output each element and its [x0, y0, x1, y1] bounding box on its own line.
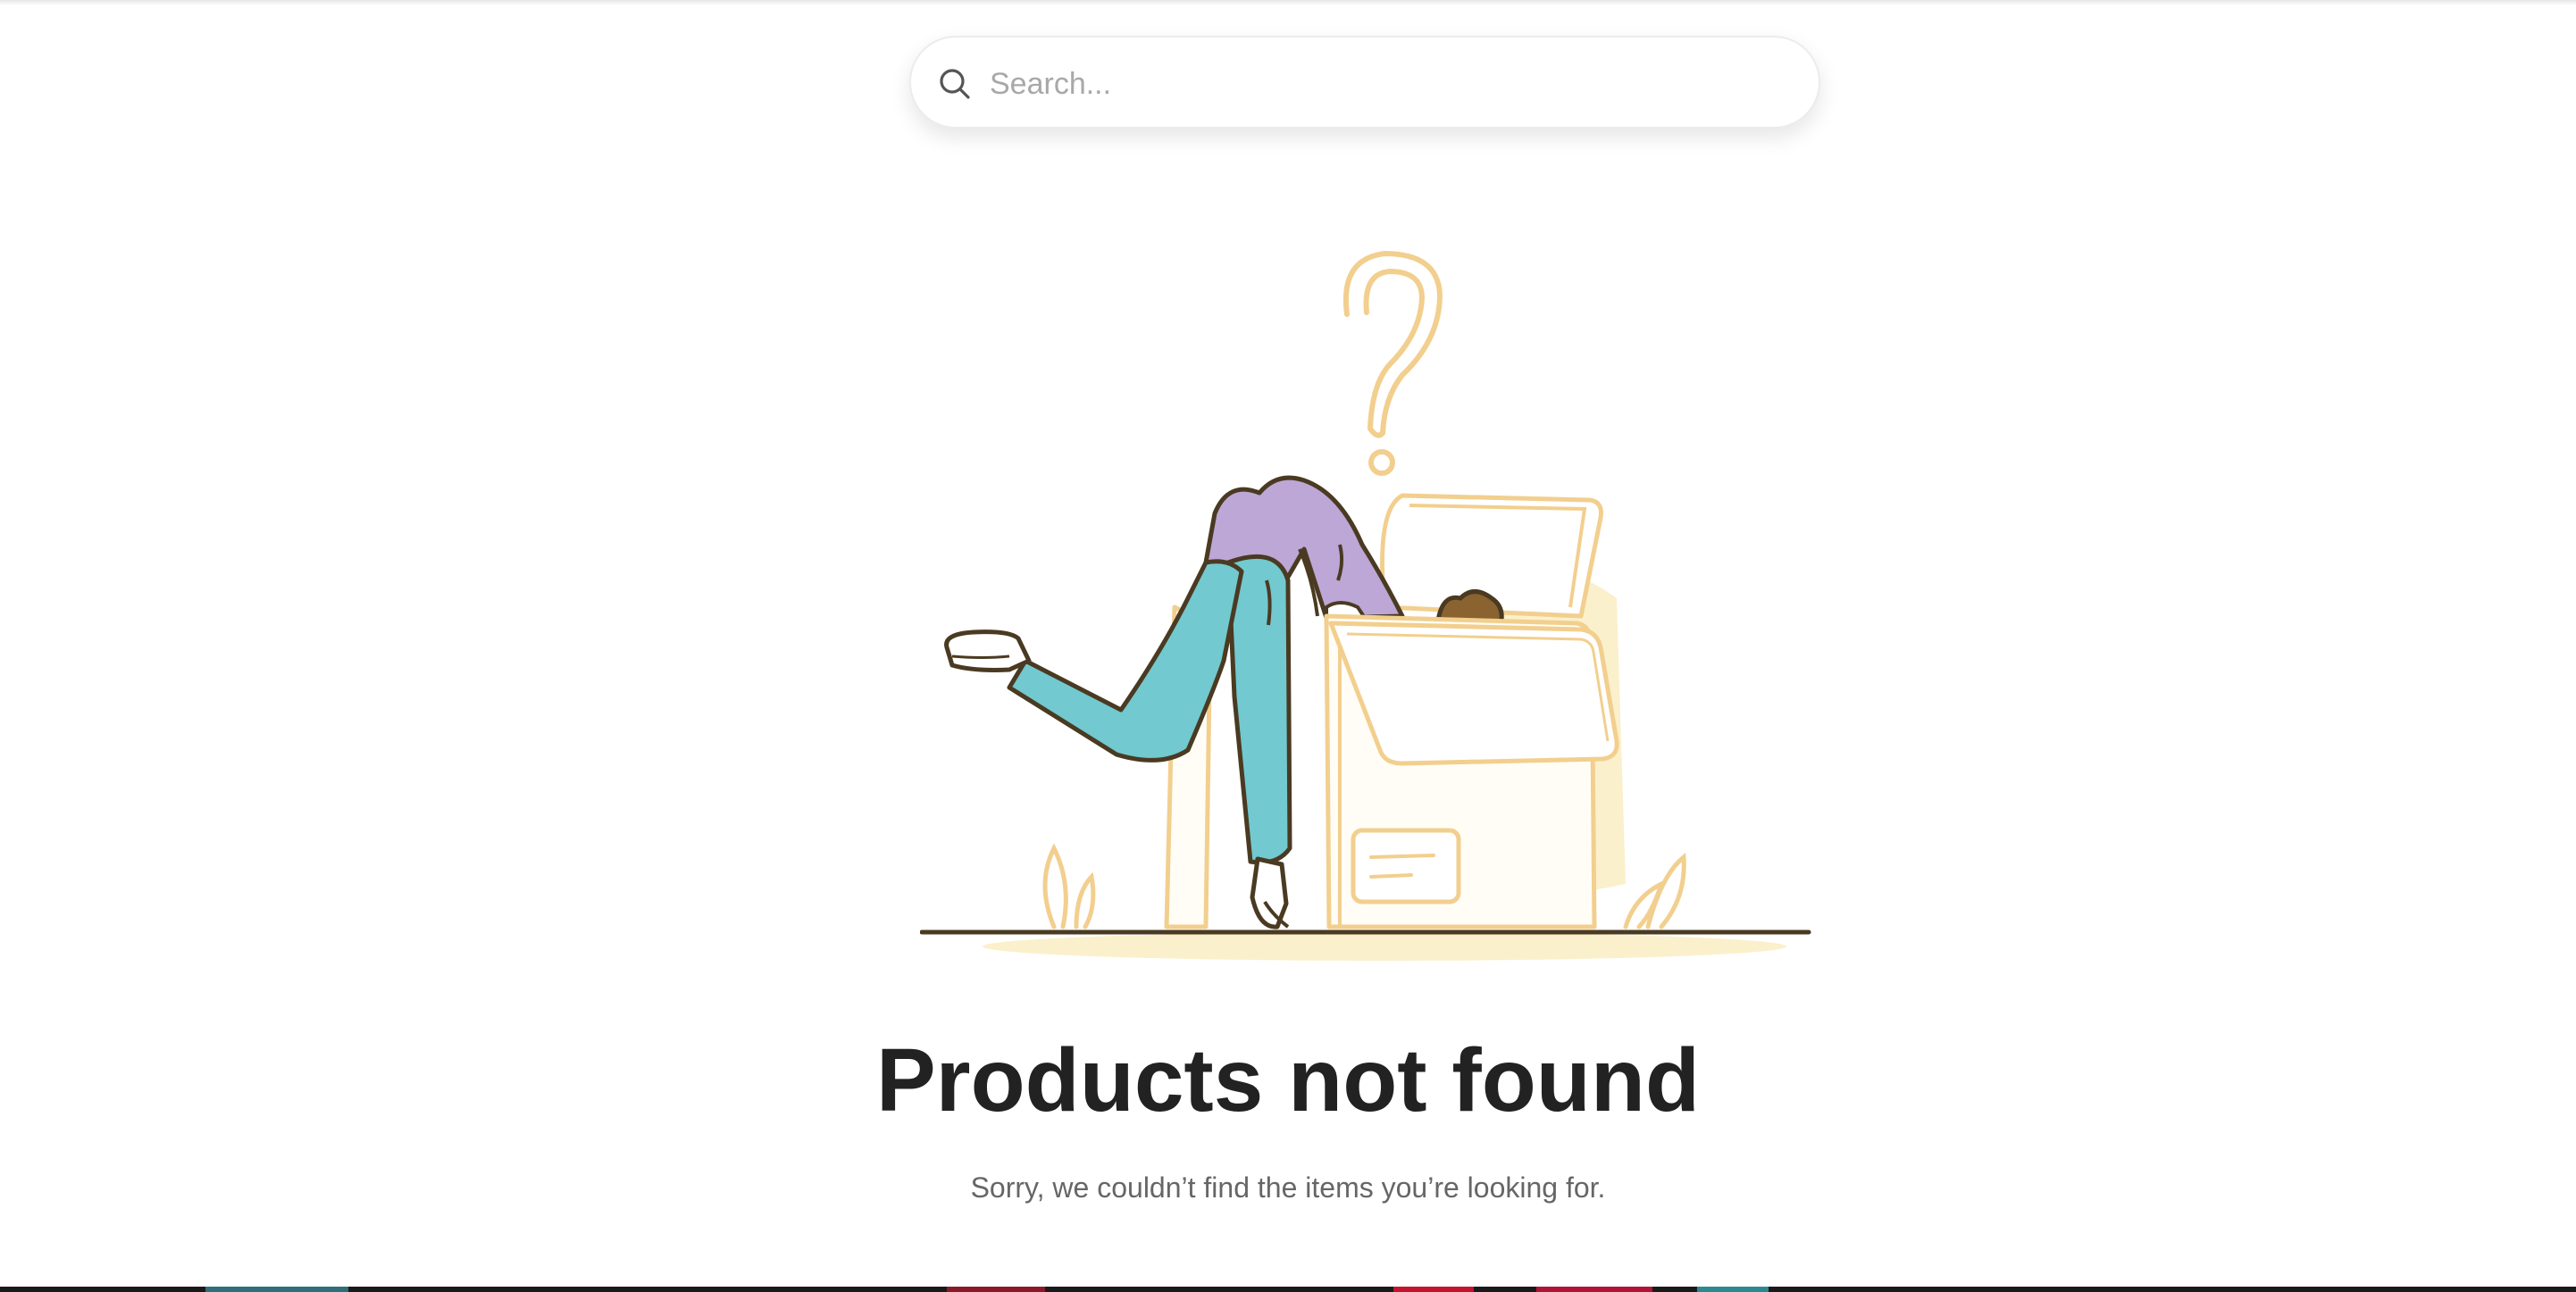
box-label — [1351, 828, 1461, 904]
search-input[interactable] — [988, 55, 1795, 113]
empty-state-illustration — [919, 241, 1813, 973]
person-shoe-standing — [1250, 856, 1289, 929]
search-icon[interactable] — [938, 67, 972, 101]
page: Products not found Sorry, we couldn’t fi… — [0, 0, 2576, 1292]
plant-left — [1042, 843, 1096, 929]
ground-shadow — [983, 932, 1786, 961]
person-shoe-raised — [944, 629, 1032, 672]
plant-right — [1623, 853, 1686, 929]
page-title: Products not found — [875, 1030, 1701, 1130]
bottom-strip — [0, 1287, 2576, 1292]
page-subtitle: Sorry, we couldn’t find the items you’re… — [970, 1171, 1606, 1204]
search-bar[interactable] — [909, 36, 1820, 129]
question-mark-icon — [1343, 251, 1443, 476]
top-bar-shadow — [0, 0, 2576, 5]
